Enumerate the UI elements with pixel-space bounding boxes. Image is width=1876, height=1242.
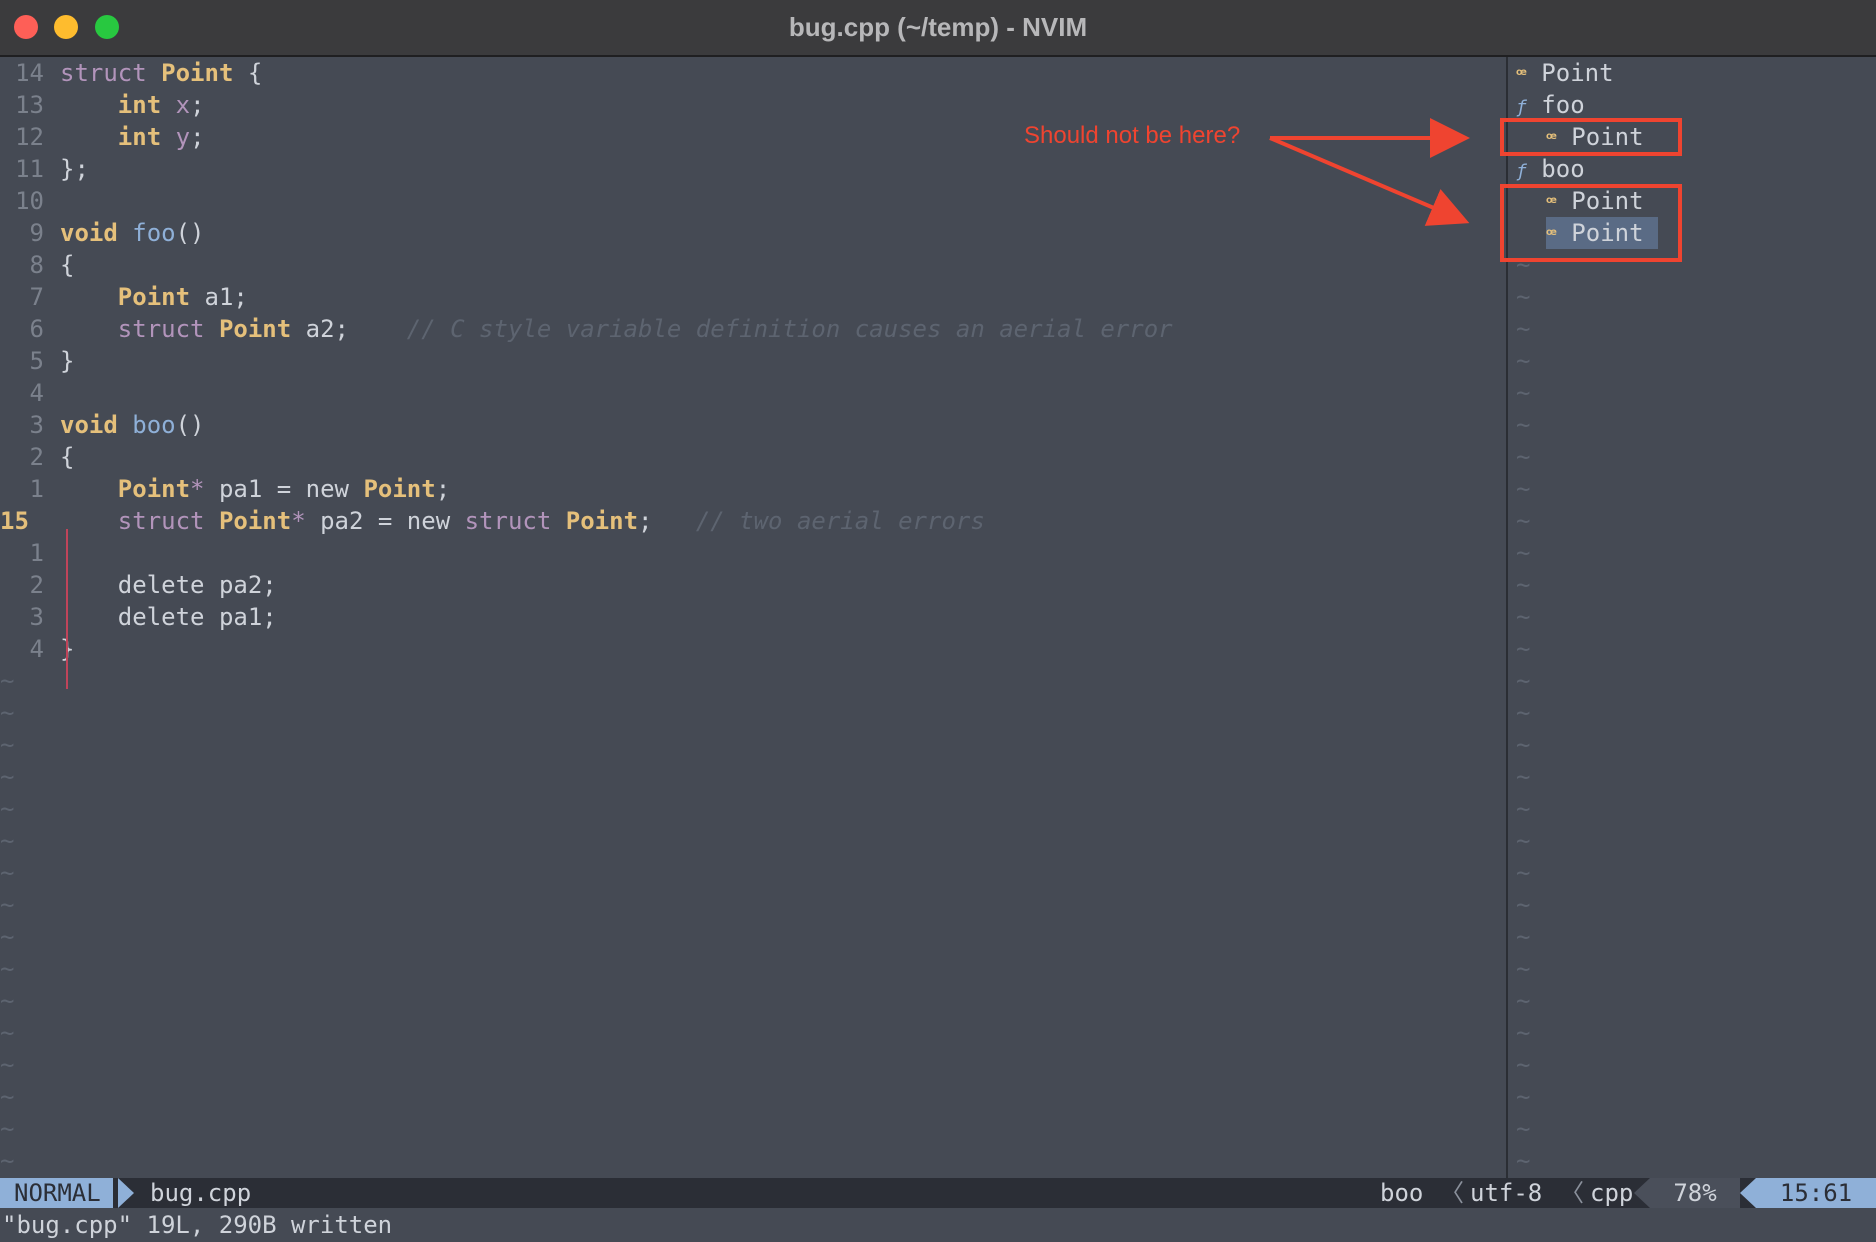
statusline-percent: 78% [1650, 1178, 1740, 1208]
statusline: NORMAL bug.cpp boo 〈 utf-8 〈 cpp 78% 15:… [0, 1178, 1876, 1208]
highlight-box-foo-point [1500, 118, 1682, 156]
statusline-symbol: boo [1380, 1179, 1424, 1207]
arrow-to-boo-points [1269, 136, 1470, 226]
statusline-position: 15:61 [1756, 1178, 1876, 1208]
statusline-filename: bug.cpp [150, 1179, 252, 1207]
statusline-filetype: cpp [1590, 1179, 1634, 1207]
statusline-separator: 〈 [1440, 1179, 1464, 1207]
statusline-encoding: utf-8 [1470, 1179, 1543, 1207]
statusline-separator: 〈 [1560, 1179, 1584, 1207]
mode-indicator: NORMAL [0, 1178, 113, 1208]
position-separator [1740, 1178, 1756, 1208]
command-line[interactable]: "bug.cpp" 19L, 290B written [0, 1208, 1876, 1242]
highlight-box-boo-points [1500, 184, 1682, 262]
percent-separator [1634, 1178, 1650, 1208]
mode-separator [118, 1178, 134, 1208]
